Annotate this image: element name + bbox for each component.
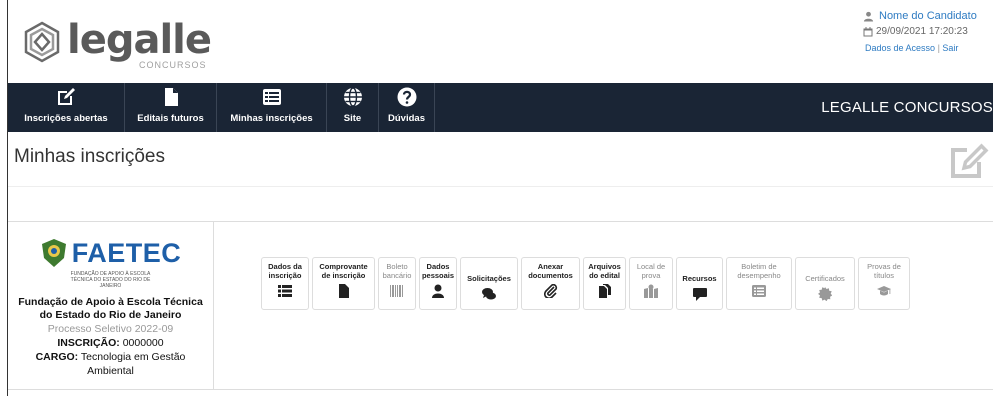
list-alt-icon — [752, 285, 766, 297]
file-icon — [338, 284, 349, 298]
main-navbar: Inscrições abertas Editais futuros Minha… — [8, 83, 993, 132]
action-label: Dados da inscrição — [268, 262, 302, 280]
list-icon — [262, 89, 281, 105]
action-comprovante[interactable]: Comprovante de inscrição — [312, 257, 375, 310]
nav-minhas-inscricoes[interactable]: Minhas inscrições — [217, 83, 327, 132]
logout-link[interactable]: Sair — [942, 43, 958, 53]
action-anexar-documentos[interactable]: Anexar documentos — [521, 257, 580, 310]
organization-name-line-2: do Estado do Rio de Janeiro — [39, 309, 182, 321]
paperclip-icon — [543, 284, 557, 298]
link-separator: | — [937, 43, 940, 53]
action-dados-inscricao[interactable]: Dados da inscrição — [261, 257, 309, 310]
list-icon — [278, 285, 292, 297]
action-label: Solicitações — [467, 274, 511, 283]
graduation-cap-icon — [877, 286, 891, 296]
files-icon — [598, 284, 611, 298]
nav-label: Editais futuros — [137, 113, 204, 124]
navbar-brand[interactable]: LEGALLE CONCURSOS — [821, 83, 993, 132]
process-name: Processo Seletivo 2022-09 — [47, 323, 174, 335]
cargo-label: CARGO: — [35, 351, 79, 363]
nav-duvidas[interactable]: Dúvidas — [379, 83, 435, 132]
inscription-number: INSCRIÇÃO: 0000000 — [8, 336, 213, 350]
action-label: Provas de títulos — [867, 262, 901, 280]
action-dados-pessoais[interactable]: Dados pessoais — [419, 257, 457, 310]
barcode-icon — [390, 285, 403, 297]
action-label: Recursos — [682, 274, 717, 283]
candidate-name[interactable]: Nome do Candidato — [879, 8, 977, 24]
action-label: Dados pessoais — [421, 262, 455, 280]
organization-info: FAETEC FUNDAÇÃO DE APOIO À ESCOLA TÉCNIC… — [8, 222, 214, 389]
nav-label: Inscrições abertas — [24, 113, 108, 124]
nav-editais-futuros[interactable]: Editais futuros — [125, 83, 217, 132]
legalle-logo-mark-icon — [24, 21, 60, 63]
user-info: Nome do Candidato 29/09/2021 17:20:23 Da… — [863, 8, 993, 56]
inscription-label: INSCRIÇÃO: — [57, 337, 120, 349]
state-seal-icon — [41, 239, 66, 267]
logo-wordmark: legalle — [67, 17, 212, 63]
certificate-icon — [818, 287, 832, 301]
user-icon — [863, 11, 874, 22]
map-icon — [644, 284, 658, 298]
comment-icon — [692, 288, 707, 301]
login-datetime: 29/09/2021 17:20:23 — [876, 26, 968, 37]
inscription-actions: Dados da inscrição Comprovante de inscri… — [214, 222, 993, 389]
action-label: Boleto bancário — [382, 262, 412, 280]
nav-site[interactable]: Site — [327, 83, 379, 132]
faetec-logo: FAETEC — [8, 236, 213, 270]
faetec-wordmark: FAETEC — [71, 237, 182, 268]
action-recursos[interactable]: Recursos — [676, 257, 723, 310]
action-boleto[interactable]: Boleto bancário — [378, 257, 416, 310]
action-label: Comprovante de inscrição — [319, 262, 368, 280]
action-label: Arquivos do edital — [588, 262, 621, 280]
edit-icon — [58, 88, 75, 105]
faetec-tagline: FUNDAÇÃO DE APOIO À ESCOLA TÉCNICA DO ES… — [70, 271, 151, 289]
nav-label: Site — [343, 113, 362, 124]
nav-label: Dúvidas — [388, 113, 425, 124]
nav-inscricoes-abertas[interactable]: Inscrições abertas — [8, 83, 125, 132]
action-boletim-desempenho[interactable]: Boletim de desempenho — [726, 257, 792, 310]
file-icon — [164, 88, 178, 106]
inscription-value: 0000000 — [122, 337, 164, 349]
action-provas-titulos[interactable]: Provas de títulos — [858, 257, 910, 310]
page-title-row: Minhas inscrições — [8, 132, 993, 187]
header: legalle CONCURSOS Nome do Candidato 29/0… — [8, 0, 993, 83]
nav-label: Minhas inscrições — [230, 113, 313, 124]
question-icon — [397, 87, 416, 107]
cargo-value: Tecnologia em Gestão Ambiental — [80, 351, 186, 377]
inscription-card: FAETEC FUNDAÇÃO DE APOIO À ESCOLA TÉCNIC… — [8, 221, 993, 390]
legalle-logo[interactable]: legalle CONCURSOS — [20, 17, 212, 70]
action-label: Local de prova — [636, 262, 666, 280]
access-data-link[interactable]: Dados de Acesso — [865, 43, 935, 53]
action-label: Boletim de desempenho — [737, 262, 781, 280]
action-label: Anexar documentos — [528, 262, 573, 280]
globe-icon — [343, 87, 362, 107]
calendar-icon — [863, 27, 873, 37]
page-title: Minhas inscrições — [14, 146, 165, 167]
position: CARGO: Tecnologia em Gestão Ambiental — [8, 350, 213, 378]
action-certificados[interactable]: Certificados — [795, 257, 855, 310]
comments-icon — [482, 288, 496, 300]
action-local-prova[interactable]: Local de prova — [629, 257, 673, 310]
organization-name-line-1: Fundação de Apoio à Escola Técnica — [18, 296, 203, 308]
action-label: Certificados — [805, 274, 845, 283]
action-arquivos-edital[interactable]: Arquivos do edital — [583, 257, 626, 310]
user-icon — [432, 284, 444, 298]
edit-icon — [951, 143, 989, 178]
action-solicitacoes[interactable]: Solicitações — [460, 257, 518, 310]
logo-subtitle: CONCURSOS — [139, 60, 207, 70]
